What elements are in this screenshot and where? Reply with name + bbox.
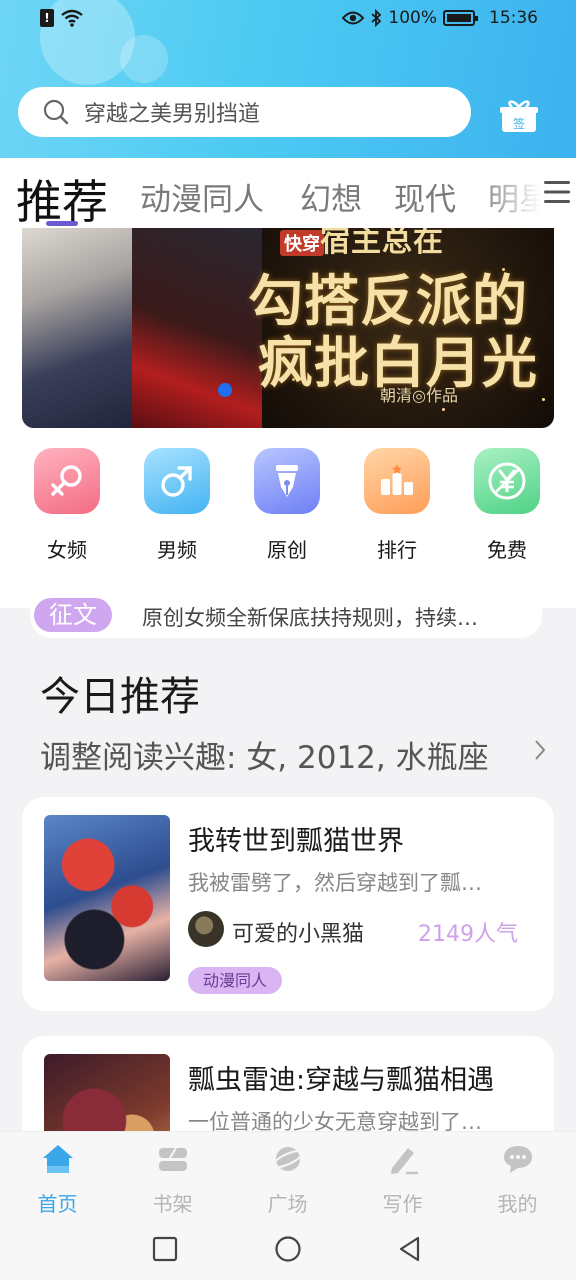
category-label: 原创 bbox=[267, 538, 307, 562]
search-icon bbox=[43, 99, 69, 125]
nav-label: 写作 bbox=[382, 1192, 423, 1216]
banner-art-character bbox=[132, 228, 262, 428]
back-icon[interactable] bbox=[396, 1235, 424, 1263]
announcement-badge: 征文 bbox=[34, 598, 112, 632]
sparkle bbox=[442, 408, 445, 411]
category-label: 免费 bbox=[487, 538, 527, 562]
battery-percent: 100% bbox=[388, 8, 437, 28]
nav-mine[interactable]: 我的 bbox=[460, 1142, 575, 1217]
sparkle bbox=[542, 398, 545, 401]
chevron-right-icon bbox=[535, 740, 546, 760]
home-icon bbox=[42, 1145, 73, 1173]
nav-plaza[interactable]: 广场 bbox=[230, 1142, 345, 1217]
banner-author: 朝清◎作品 bbox=[380, 386, 458, 405]
category-tabs: 推荐 动漫同人 幻想 现代 明星 bbox=[0, 158, 576, 229]
home-button-icon[interactable] bbox=[274, 1235, 302, 1263]
search-placeholder: 穿越之美男别挡道 bbox=[84, 102, 261, 127]
nav-write[interactable]: 写作 bbox=[345, 1142, 460, 1217]
pen-icon bbox=[390, 1148, 418, 1175]
category-original[interactable]: 原创 bbox=[232, 448, 342, 563]
announcement-text: 原创女频全新保底扶持规则，持续… bbox=[142, 606, 478, 630]
category-ranking[interactable]: 排行 bbox=[342, 448, 452, 563]
nav-bookshelf[interactable]: 书架 bbox=[115, 1142, 230, 1217]
book-title: 我转世到瓢猫世界 bbox=[188, 826, 404, 857]
fountain-pen-icon bbox=[254, 448, 320, 514]
tab-modern[interactable]: 现代 bbox=[394, 174, 456, 219]
male-icon bbox=[144, 448, 210, 514]
announcement-bar[interactable]: 征文 原创女频全新保底扶持规则，持续… bbox=[30, 594, 542, 638]
category-label: 女频 bbox=[47, 538, 87, 562]
author-avatar bbox=[188, 911, 224, 947]
system-navigation-bar bbox=[0, 1219, 576, 1280]
nav-label: 我的 bbox=[497, 1192, 538, 1216]
yen-icon bbox=[474, 448, 540, 514]
bottom-navigation: 首页 书架 广场 写作 我的 bbox=[0, 1131, 576, 1219]
nav-home[interactable]: 首页 bbox=[0, 1142, 115, 1217]
carousel-indicator bbox=[218, 383, 232, 397]
sim-alert-icon: ! bbox=[40, 9, 54, 27]
chat-icon bbox=[503, 1146, 532, 1173]
book-description: 我被雷劈了，然后穿越到了瓢… bbox=[188, 871, 482, 895]
popularity-count: 2149人气 bbox=[418, 922, 518, 947]
genre-tag: 动漫同人 bbox=[188, 967, 283, 994]
nav-label: 书架 bbox=[152, 1192, 193, 1216]
checkin-gift-icon[interactable]: 签 bbox=[500, 98, 538, 134]
tab-fantasy[interactable]: 幻想 bbox=[300, 174, 362, 219]
tab-anime[interactable]: 动漫同人 bbox=[140, 174, 264, 219]
search-input[interactable]: 穿越之美男别挡道 bbox=[18, 87, 471, 137]
bookshelf-icon bbox=[158, 1147, 187, 1171]
adjust-interest-link[interactable]: 调整阅读兴趣: 女, 2012, 水瓶座 bbox=[40, 732, 489, 777]
category-male[interactable]: 男频 bbox=[122, 448, 232, 563]
promo-banner[interactable]: 快穿 宿主总在 勾搭反派的 疯批白月光 朝清◎作品 bbox=[22, 228, 554, 428]
decor-bubble bbox=[120, 35, 168, 83]
category-free[interactable]: 免费 bbox=[452, 448, 562, 563]
battery-icon bbox=[443, 10, 478, 26]
author-name: 可爱的小黑猫 bbox=[232, 922, 365, 947]
quick-categories: 女频 男频 原创 排行 免费 bbox=[0, 448, 576, 568]
nav-label: 首页 bbox=[37, 1192, 78, 1216]
bluetooth-icon bbox=[371, 9, 382, 27]
book-cover bbox=[44, 815, 170, 981]
podium-icon bbox=[364, 448, 430, 514]
eye-icon bbox=[342, 11, 365, 25]
recent-apps-icon[interactable] bbox=[151, 1235, 179, 1263]
planet-icon bbox=[271, 1147, 304, 1171]
menu-icon[interactable] bbox=[542, 178, 572, 206]
nav-label: 广场 bbox=[267, 1192, 308, 1216]
book-card[interactable]: 我转世到瓢猫世界 我被雷劈了，然后穿越到了瓢… 可爱的小黑猫 2149人气 动漫… bbox=[22, 797, 554, 1011]
active-tab-indicator bbox=[46, 221, 78, 226]
book-title: 瓢虫雷迪:穿越与瓢猫相遇 bbox=[188, 1065, 495, 1096]
banner-tag: 快穿 bbox=[280, 230, 324, 256]
female-icon bbox=[34, 448, 100, 514]
category-label: 男频 bbox=[157, 538, 197, 562]
section-title: 今日推荐 bbox=[40, 674, 200, 720]
status-bar: ! 100% 15:36 bbox=[0, 0, 576, 38]
category-female[interactable]: 女频 bbox=[12, 448, 122, 563]
checkin-label: 签 bbox=[513, 116, 525, 131]
category-label: 排行 bbox=[377, 538, 417, 562]
wifi-icon bbox=[61, 9, 83, 27]
clock: 15:36 bbox=[489, 8, 538, 28]
